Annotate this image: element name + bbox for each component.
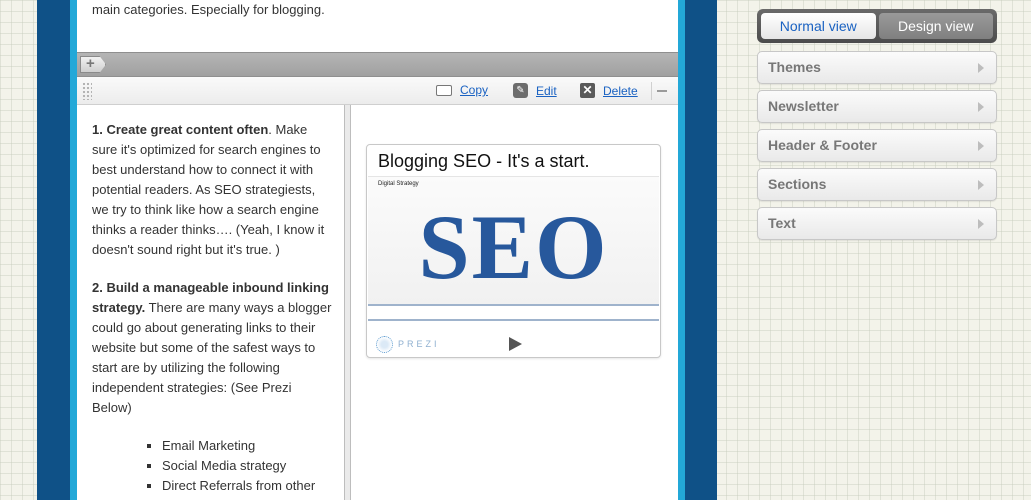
chevron-right-icon (978, 219, 984, 229)
normal-view-button[interactable]: Normal view (761, 13, 876, 39)
sections-panel-label: Sections (768, 176, 827, 192)
chevron-right-icon (978, 180, 984, 190)
header-footer-panel-label: Header & Footer (768, 137, 877, 153)
chevron-right-icon (978, 102, 984, 112)
paragraph-1-body: . Make sure it's optimized for search en… (92, 122, 325, 257)
text-column[interactable]: 1. Create great content often. Make sure… (77, 105, 345, 500)
edit-button[interactable]: ✎ Edit (513, 83, 557, 98)
themes-panel-label: Themes (768, 59, 821, 75)
list-item: Direct Referrals from other (162, 476, 333, 496)
toolbar-divider (651, 82, 652, 100)
text-panel-label: Text (768, 215, 796, 231)
strategy-list: Email Marketing Social Media strategy Di… (162, 436, 333, 496)
text-panel-button[interactable]: Text (757, 207, 997, 240)
copy-link[interactable]: Copy (460, 83, 488, 97)
prezi-embed[interactable]: Blogging SEO - It's a start. Digital Str… (366, 144, 661, 358)
chevron-right-icon (978, 141, 984, 151)
prezi-slide-caption: Digital Strategy (378, 181, 419, 187)
newsletter-panel-button[interactable]: Newsletter (757, 90, 997, 123)
chevron-right-icon (978, 63, 984, 73)
delete-link[interactable]: Delete (603, 84, 638, 98)
copy-button[interactable]: Copy (436, 83, 488, 97)
edit-link[interactable]: Edit (536, 84, 557, 98)
prezi-logo-text: PREZI (398, 339, 440, 349)
paragraph-1: 1. Create great content often. Make sure… (92, 120, 333, 260)
pencil-icon: ✎ (513, 83, 528, 98)
prezi-logo-icon (376, 336, 393, 353)
add-section-bar: + (77, 52, 678, 77)
sections-panel-button[interactable]: Sections (757, 168, 997, 201)
play-icon[interactable] (509, 337, 522, 351)
header-footer-panel-button[interactable]: Header & Footer (757, 129, 997, 162)
paragraph-2-body: There are many ways a blogger could go a… (92, 300, 332, 415)
list-item: Social Media strategy (162, 456, 333, 476)
copy-icon (436, 84, 452, 96)
delete-button[interactable]: ✕ Delete (580, 83, 638, 98)
collapse-icon[interactable] (657, 90, 667, 92)
prezi-progress-bar (368, 319, 659, 321)
paragraph-2: 2. Build a manageable inbound linking st… (92, 278, 333, 418)
paragraph-1-heading: 1. Create great content often (92, 122, 269, 137)
add-section-button[interactable]: + (80, 56, 106, 73)
prezi-slide[interactable]: Digital Strategy SEO (368, 176, 659, 306)
prezi-controls: PREZI (368, 333, 659, 357)
newsletter-panel-label: Newsletter (768, 98, 839, 114)
column-resize-handle[interactable] (344, 105, 351, 500)
block-toolbar: Copy ✎ Edit ✕ Delete (77, 77, 678, 105)
drag-handle-icon[interactable] (82, 82, 92, 100)
list-item: Email Marketing (162, 436, 333, 456)
delete-x-icon: ✕ (580, 83, 595, 98)
design-view-button[interactable]: Design view (878, 13, 993, 39)
prezi-slide-heading: SEO (418, 196, 609, 298)
view-toggle: Normal view Design view (757, 9, 997, 43)
prezi-title: Blogging SEO - It's a start. (378, 151, 590, 171)
themes-panel-button[interactable]: Themes (757, 51, 997, 84)
intro-text: main categories. Especially for blogging… (92, 2, 325, 17)
